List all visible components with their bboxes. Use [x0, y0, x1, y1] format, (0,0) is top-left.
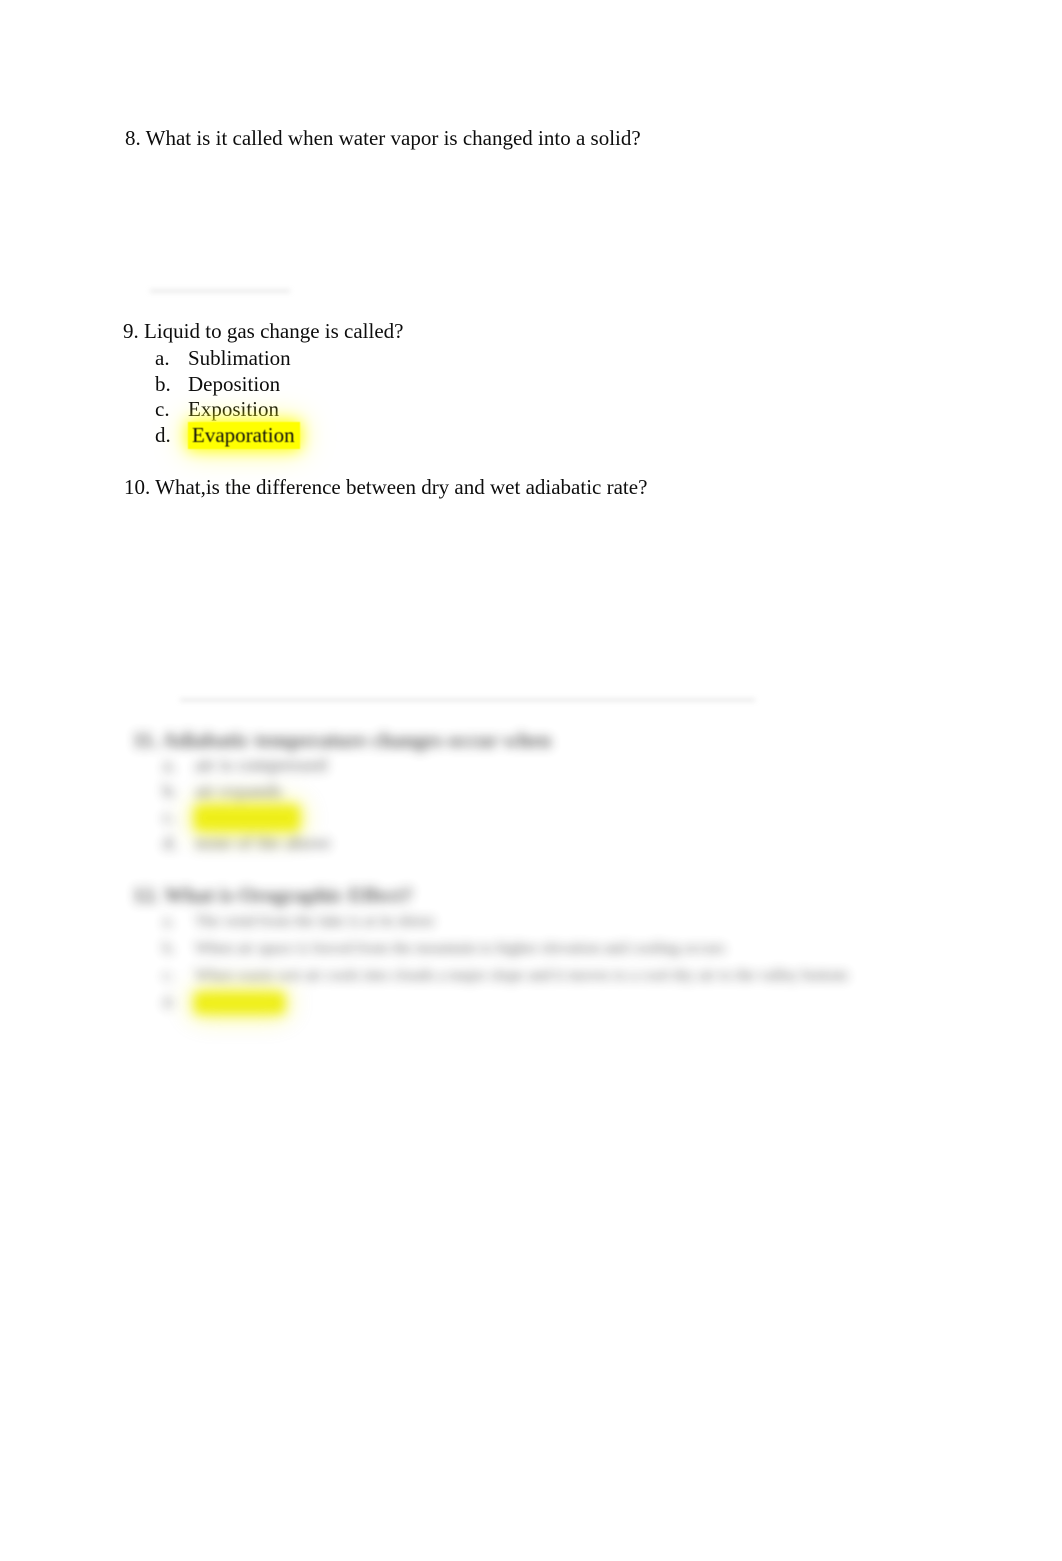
question-10-answer-line — [180, 699, 755, 701]
question-8-text: 8. What is it called when water vapor is… — [125, 126, 641, 150]
option-marker: c. — [163, 967, 175, 984]
option-marker: d. — [155, 423, 171, 447]
option-marker: d. — [163, 833, 178, 854]
option-marker: b. — [163, 781, 178, 802]
question-11-text: 11. Adiabatic temperature changes occur … — [133, 728, 552, 752]
question-12-text: 12. What is Orographic Effect? — [133, 883, 413, 907]
question-9-text: 9. Liquid to gas change is called? — [123, 319, 404, 343]
option-label: When warm wet air cools into clouds a ma… — [195, 967, 848, 984]
option-label: Exposition — [188, 397, 280, 421]
question-9-option-b[interactable]: b. Deposition — [155, 371, 280, 397]
option-marker: d. — [163, 994, 175, 1011]
question-11-option-b[interactable]: b. air expands — [163, 779, 618, 805]
option-marker: b. — [163, 940, 175, 957]
question-11-option-a[interactable]: a. air is compressed — [163, 753, 618, 779]
option-label: Deposition — [188, 372, 281, 396]
question-9-option-d[interactable]: d. Evaporation — [155, 422, 300, 449]
option-marker: c. — [163, 807, 177, 828]
question-12-option-b[interactable]: b. When air space is forced from the moun… — [163, 935, 918, 962]
option-marker: a. — [163, 913, 175, 930]
highlighted-answer: both a and c — [195, 993, 284, 1013]
document-page: 8. What is it called when water vapor is… — [0, 0, 1062, 1561]
option-label: The wind from the lake is at its driest — [195, 913, 435, 930]
question-9-option-a[interactable]: a. Sublimation — [155, 345, 291, 371]
question-10-text: 10. What,is the difference between dry a… — [124, 475, 648, 499]
option-label: air is compressed — [195, 755, 327, 776]
option-marker: c. — [155, 397, 170, 421]
option-label: none of the above — [195, 833, 331, 854]
highlighted-answer: both a and b — [195, 806, 300, 830]
option-label: Sublimation — [188, 346, 291, 370]
option-label: When air space is forced from the mounta… — [195, 940, 726, 957]
question-11-option-c[interactable]: c. both a and b — [163, 805, 618, 831]
question-9-option-c[interactable]: c. Exposition — [155, 396, 279, 422]
option-marker: a. — [155, 346, 170, 370]
question-8-answer-line — [150, 290, 290, 292]
option-marker: a. — [163, 755, 177, 776]
question-11-block: 11. Adiabatic temperature changes occur … — [118, 727, 618, 857]
highlighted-answer: Evaporation — [188, 422, 300, 449]
question-12-option-c[interactable]: c. When warm wet air cools into clouds a … — [163, 962, 918, 989]
question-12-block: 12. What is Orographic Effect? a. The win… — [118, 882, 918, 1016]
option-label: air expands — [195, 781, 283, 802]
question-12-option-a[interactable]: a. The wind from the lake is at its dries… — [163, 908, 918, 935]
question-12-option-d[interactable]: d. both a and c — [163, 989, 918, 1016]
option-marker: b. — [155, 372, 171, 396]
question-11-option-d[interactable]: d. none of the above — [163, 831, 618, 857]
